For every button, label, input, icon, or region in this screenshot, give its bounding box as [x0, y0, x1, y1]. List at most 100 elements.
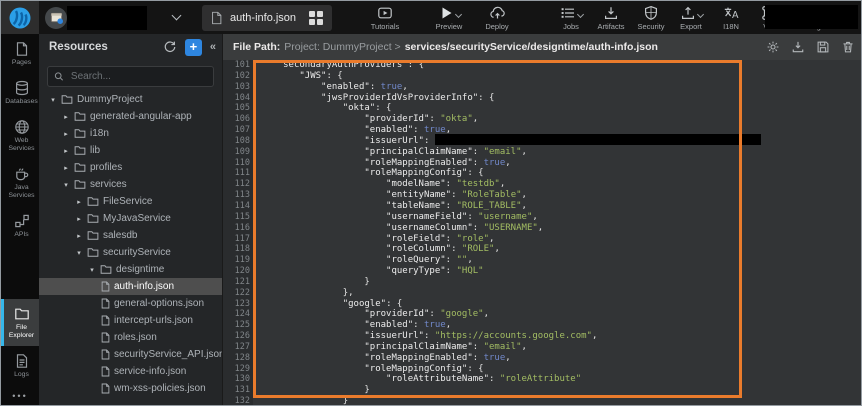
resource-search[interactable]	[47, 66, 214, 87]
code-line-130[interactable]: 130 "roleAttributeName": "roleAttribute"	[223, 374, 862, 385]
code-line-121[interactable]: 121 }	[223, 277, 862, 288]
code-line-110[interactable]: 110 "roleMappingEnabled": true,	[223, 158, 862, 169]
tree-file-general-options.json[interactable]: general-options.json	[39, 295, 222, 312]
caret-collapsed-icon[interactable]: ▸	[62, 113, 70, 121]
tree-folder-profiles[interactable]: ▸profiles	[39, 159, 222, 176]
code-line-102[interactable]: 102▾ "JWS": {	[223, 71, 862, 82]
code-line-119[interactable]: 119 "roleQuery": "",	[223, 255, 862, 266]
sidebar-item-databases[interactable]: Databases	[1, 73, 39, 112]
sidebar-item-file-explorer[interactable]: File Explorer	[1, 299, 39, 346]
code-area[interactable]: 101▾ "secondaryAuthProviders": {102▾ "JW…	[223, 60, 862, 406]
fold-marker-icon[interactable]: ▾	[252, 103, 256, 114]
add-resource-button[interactable]: +	[185, 39, 202, 56]
caret-collapsed-icon[interactable]: ▸	[62, 130, 70, 138]
sidebar-item-pages[interactable]: Pages	[1, 34, 39, 73]
caret-collapsed-icon[interactable]: ▸	[75, 232, 83, 240]
code-line-123[interactable]: 123▾ "google": {	[223, 299, 862, 310]
code-line-104[interactable]: 104▾ "jwsProviderIdVsProviderInfo": {	[223, 93, 862, 104]
tree-file-securityService_API.json[interactable]: securityService_API.json	[39, 346, 222, 363]
grid-view-icon[interactable]	[309, 11, 323, 25]
code-line-116[interactable]: 116 "usernameColumn": "USERNAME",	[223, 223, 862, 234]
save-file-button[interactable]	[816, 40, 830, 54]
download-file-button[interactable]	[791, 40, 805, 54]
refresh-icon[interactable]	[163, 40, 177, 54]
sidebar-item-java-services[interactable]: Java Services	[1, 159, 39, 206]
tree-folder-lib[interactable]: ▸lib	[39, 142, 222, 159]
code-line-106[interactable]: 106 "providerId": "okta",	[223, 114, 862, 125]
fold-marker-icon[interactable]: ▾	[252, 93, 256, 104]
tree-folder-salesdb[interactable]: ▸salesdb	[39, 227, 222, 244]
code-line-124[interactable]: 124 "providerId": "google",	[223, 309, 862, 320]
code-line-122[interactable]: 122 },	[223, 288, 862, 299]
tree-file-roles.json[interactable]: roles.json	[39, 329, 222, 346]
code-line-112[interactable]: 112 "modelName": "testdb",	[223, 179, 862, 190]
sidebar-item-apis[interactable]: APIs	[1, 206, 39, 245]
tree-folder-securityService[interactable]: ▾securityService	[39, 244, 222, 261]
fold-marker-icon[interactable]: ▾	[252, 168, 256, 179]
fold-marker-icon[interactable]: ▾	[252, 364, 256, 375]
caret-collapsed-icon[interactable]: ▸	[75, 215, 83, 223]
code-line-108[interactable]: 108 "issuerUrl":	[223, 136, 862, 147]
code-line-111[interactable]: 111▾ "roleMappingConfig": {	[223, 168, 862, 179]
editor-settings-button[interactable]	[766, 40, 780, 54]
sidebar-item-logs[interactable]: Logs	[1, 346, 39, 385]
preview-button[interactable]: Preview	[432, 5, 466, 31]
chevron-down-icon[interactable]	[696, 10, 703, 17]
tree-folder-services[interactable]: ▾services	[39, 176, 222, 193]
tree-file-wm-xss-policies.json[interactable]: wm-xss-policies.json	[39, 380, 222, 397]
caret-collapsed-icon[interactable]: ▸	[62, 147, 70, 155]
collapse-panel-icon[interactable]: «	[210, 41, 216, 53]
tree-file-intercept-urls.json[interactable]: intercept-urls.json	[39, 312, 222, 329]
caret-collapsed-icon[interactable]: ▸	[75, 198, 83, 206]
chevron-down-icon[interactable]	[172, 11, 182, 21]
code-line-101[interactable]: 101▾ "secondaryAuthProviders": {	[223, 60, 862, 71]
caret-collapsed-icon[interactable]: ▸	[62, 164, 70, 172]
tutorials-button[interactable]: Tutorials	[368, 5, 402, 31]
delete-file-button[interactable]	[841, 40, 855, 54]
code-line-114[interactable]: 114 "tableName": "ROLE_TABLE",	[223, 201, 862, 212]
caret-expanded-icon[interactable]: ▾	[62, 181, 70, 189]
artifacts-button[interactable]: Artifacts	[594, 5, 628, 31]
code-line-103[interactable]: 103 "enabled": true,	[223, 82, 862, 93]
code-line-115[interactable]: 115 "usernameField": "username",	[223, 212, 862, 223]
fold-marker-icon[interactable]: ▾	[252, 60, 256, 71]
caret-expanded-icon[interactable]: ▾	[49, 96, 57, 104]
code-line-127[interactable]: 127 "principalClaimName": "email",	[223, 342, 862, 353]
jobs-button[interactable]: Jobs	[554, 5, 588, 31]
rail-more-button[interactable]: •••	[1, 385, 39, 406]
security-button[interactable]: Security	[634, 5, 668, 31]
caret-expanded-icon[interactable]: ▾	[75, 249, 83, 257]
code-line-131[interactable]: 131 }	[223, 385, 862, 396]
open-file-tab[interactable]: auth-info.json	[202, 5, 332, 31]
code-line-126[interactable]: 126 "issuerUrl": "https://accounts.googl…	[223, 331, 862, 342]
chevron-down-icon[interactable]	[454, 10, 461, 17]
fold-marker-icon[interactable]: ▾	[252, 71, 256, 82]
tree-folder-FileService[interactable]: ▸FileService	[39, 193, 222, 210]
search-input[interactable]	[69, 70, 207, 83]
tree-folder-designtime[interactable]: ▾designtime	[39, 261, 222, 278]
code-line-125[interactable]: 125 "enabled": true,	[223, 320, 862, 331]
code-line-117[interactable]: 117 "roleField": "role",	[223, 234, 862, 245]
deploy-button[interactable]: Deploy	[480, 5, 514, 31]
code-line-120[interactable]: 120 "queryType": "HQL"	[223, 266, 862, 277]
export-button[interactable]: Export	[674, 5, 708, 31]
app-logo[interactable]	[1, 1, 39, 34]
code-line-118[interactable]: 118 "roleColumn": "ROLE",	[223, 244, 862, 255]
fold-marker-icon[interactable]: ▾	[252, 299, 256, 310]
code-line-105[interactable]: 105▾ "okta": {	[223, 103, 862, 114]
i18n-button[interactable]: A I18N	[714, 5, 748, 31]
code-line-129[interactable]: 129▾ "roleMappingConfig": {	[223, 364, 862, 375]
project-avatar[interactable]	[45, 7, 67, 29]
tree-folder-generated-angular-app[interactable]: ▸generated-angular-app	[39, 108, 222, 125]
chevron-down-icon[interactable]	[576, 10, 583, 17]
code-line-113[interactable]: 113 "entityName": "RoleTable",	[223, 190, 862, 201]
tree-folder-DummyProject[interactable]: ▾DummyProject	[39, 91, 222, 108]
tree-folder-MyJavaService[interactable]: ▸MyJavaService	[39, 210, 222, 227]
code-line-128[interactable]: 128 "roleMappingEnabled": true,	[223, 353, 862, 364]
code-line-109[interactable]: 109 "principalClaimName": "email",	[223, 147, 862, 158]
code-line-132[interactable]: 132 }	[223, 396, 862, 406]
tree-file-auth-info.json[interactable]: auth-info.json	[39, 278, 222, 295]
tree-file-service-info.json[interactable]: service-info.json	[39, 363, 222, 380]
tree-folder-i18n[interactable]: ▸i18n	[39, 125, 222, 142]
caret-expanded-icon[interactable]: ▾	[88, 266, 96, 274]
